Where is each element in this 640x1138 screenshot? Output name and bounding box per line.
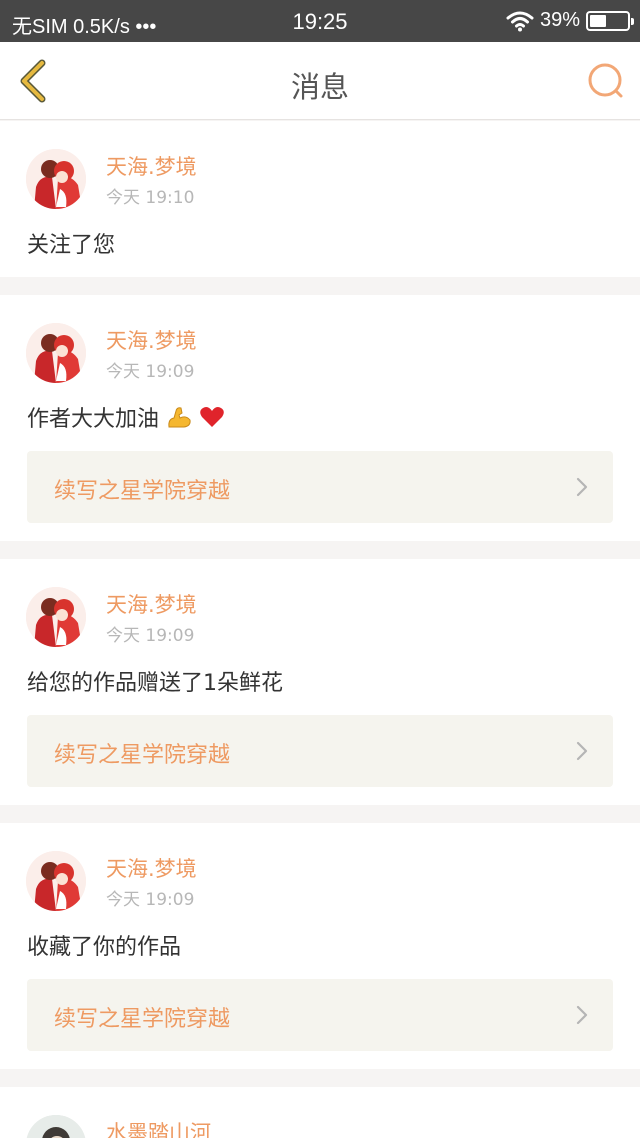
user-avatar[interactable] <box>26 587 86 647</box>
user-name[interactable]: 天海.梦境 <box>106 325 197 355</box>
message-time: 今天 19:10 <box>106 188 195 208</box>
user-name[interactable]: 天海.梦境 <box>106 853 197 883</box>
nav-bar: 消息 <box>0 42 640 120</box>
status-right: 39% <box>506 9 634 32</box>
red-heart-icon <box>200 407 224 427</box>
battery-percent: 39% <box>539 9 580 31</box>
battery-level <box>590 14 606 27</box>
avatar-illustration <box>26 1115 86 1138</box>
chevron-right-icon <box>576 477 588 497</box>
user-name[interactable]: 天海.梦境 <box>106 589 197 619</box>
work-link[interactable]: 续写之星学院穿越 <box>27 979 613 1051</box>
avatar-illustration <box>26 851 86 911</box>
avatar-illustration <box>26 587 86 647</box>
user-avatar[interactable] <box>26 323 86 383</box>
avatar-illustration <box>26 323 86 383</box>
flexed-biceps-icon <box>168 407 191 428</box>
work-title: 续写之星学院穿越 <box>54 479 231 504</box>
message-card[interactable]: 天海.梦境 今天 19:09 给您的作品赠送了1朵鲜花 续写之星学院穿越 <box>0 559 640 805</box>
message-card[interactable]: 天海.梦境 今天 19:09 作者大大加油 续写之星学院穿越 <box>0 295 640 541</box>
message-time: 今天 19:09 <box>106 362 195 382</box>
search-icon[interactable] <box>586 61 626 101</box>
message-text: 收藏了你的作品 <box>27 935 182 960</box>
battery-icon <box>586 10 634 31</box>
message-card[interactable]: 天海.梦境 今天 19:09 收藏了你的作品 续写之星学院穿越 <box>0 823 640 1069</box>
message-text: 关注了您 <box>27 233 116 258</box>
chevron-right-icon <box>576 1005 588 1025</box>
chevron-right-icon <box>576 741 588 761</box>
page-title: 消息 <box>290 70 349 104</box>
message-card[interactable]: 天海.梦境 今天 19:10 关注了您 <box>0 121 640 277</box>
message-time: 今天 19:09 <box>106 890 195 910</box>
user-name[interactable]: 水墨踏山河 <box>106 1117 211 1138</box>
user-avatar[interactable] <box>26 1115 86 1138</box>
work-link[interactable]: 续写之星学院穿越 <box>27 715 613 787</box>
message-text: 作者大大加油 <box>27 407 160 432</box>
user-avatar[interactable] <box>26 149 86 209</box>
message-text-row: 作者大大加油 <box>27 401 225 433</box>
message-text: 给您的作品赠送了1朵鲜花 <box>27 671 283 696</box>
status-bar: 无SIM 0.5K/s ••• 19:25 39% <box>0 0 640 42</box>
user-avatar[interactable] <box>26 851 86 911</box>
work-title: 续写之星学院穿越 <box>54 1007 231 1032</box>
user-name[interactable]: 天海.梦境 <box>106 151 197 181</box>
message-time: 今天 19:09 <box>106 626 195 646</box>
message-card[interactable]: 水墨踏山河 <box>0 1087 640 1138</box>
work-link[interactable]: 续写之星学院穿越 <box>27 451 613 523</box>
avatar-illustration <box>26 149 86 209</box>
work-title: 续写之星学院穿越 <box>54 743 231 768</box>
wifi-icon <box>506 11 534 31</box>
